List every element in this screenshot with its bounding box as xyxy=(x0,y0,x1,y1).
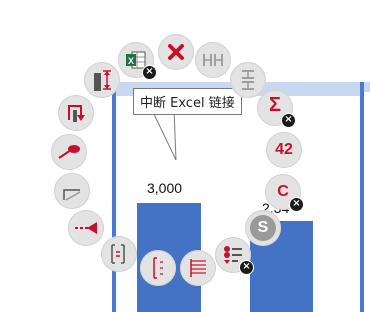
elbow-arrow-button[interactable] xyxy=(58,95,94,131)
legend-button[interactable]: × xyxy=(215,237,254,275)
connector-button[interactable] xyxy=(51,134,87,170)
axis-lines-button[interactable] xyxy=(180,250,216,286)
height-difference-button[interactable] xyxy=(84,62,120,98)
close-icon xyxy=(168,44,184,60)
remove-badge-icon: × xyxy=(142,65,157,80)
category-label-button[interactable]: C × xyxy=(265,174,304,212)
axis-bracket-button[interactable] xyxy=(140,250,176,286)
sum-label-button[interactable]: Σ × xyxy=(257,90,296,128)
elbow-arrow-icon xyxy=(68,105,85,122)
connector-icon xyxy=(58,145,80,159)
excel-link-button[interactable]: X × xyxy=(118,42,157,80)
vertical-gap-icon xyxy=(242,70,254,90)
axis-break-icon xyxy=(111,244,125,264)
value-label-icon: 42 xyxy=(275,141,293,158)
category-label-icon: C xyxy=(277,183,289,200)
remove-badge-icon: × xyxy=(289,197,304,212)
sigma-icon: Σ xyxy=(268,93,281,116)
remove-badge-icon: × xyxy=(239,260,254,275)
value-label-button[interactable]: 42 xyxy=(266,132,302,168)
step-line-button[interactable] xyxy=(54,173,90,209)
remove-badge-icon: × xyxy=(281,113,296,128)
data-label-1[interactable]: 3,000 xyxy=(147,180,182,196)
delete-button[interactable] xyxy=(158,34,194,70)
axis-break-button[interactable] xyxy=(101,236,137,272)
horizontal-gap-icon xyxy=(203,54,223,66)
arrow-line-button[interactable] xyxy=(68,210,104,246)
arrow-line-icon xyxy=(75,222,97,234)
axis-lines-icon xyxy=(190,259,206,277)
tooltip-tail xyxy=(151,110,177,161)
chart-frame-left xyxy=(112,82,116,312)
axis-bracket-icon xyxy=(153,257,163,279)
height-difference-icon xyxy=(94,70,111,91)
svg-text:X: X xyxy=(128,56,134,66)
vertical-gap-button[interactable] xyxy=(230,62,266,98)
tooltip: 中断 Excel 链接 xyxy=(133,88,242,115)
step-line-icon xyxy=(63,189,81,201)
chart-frame-right xyxy=(360,82,364,312)
series-label-button[interactable]: S xyxy=(245,210,281,246)
horizontal-gap-button[interactable] xyxy=(195,42,231,78)
series-label-icon: S xyxy=(250,215,276,241)
